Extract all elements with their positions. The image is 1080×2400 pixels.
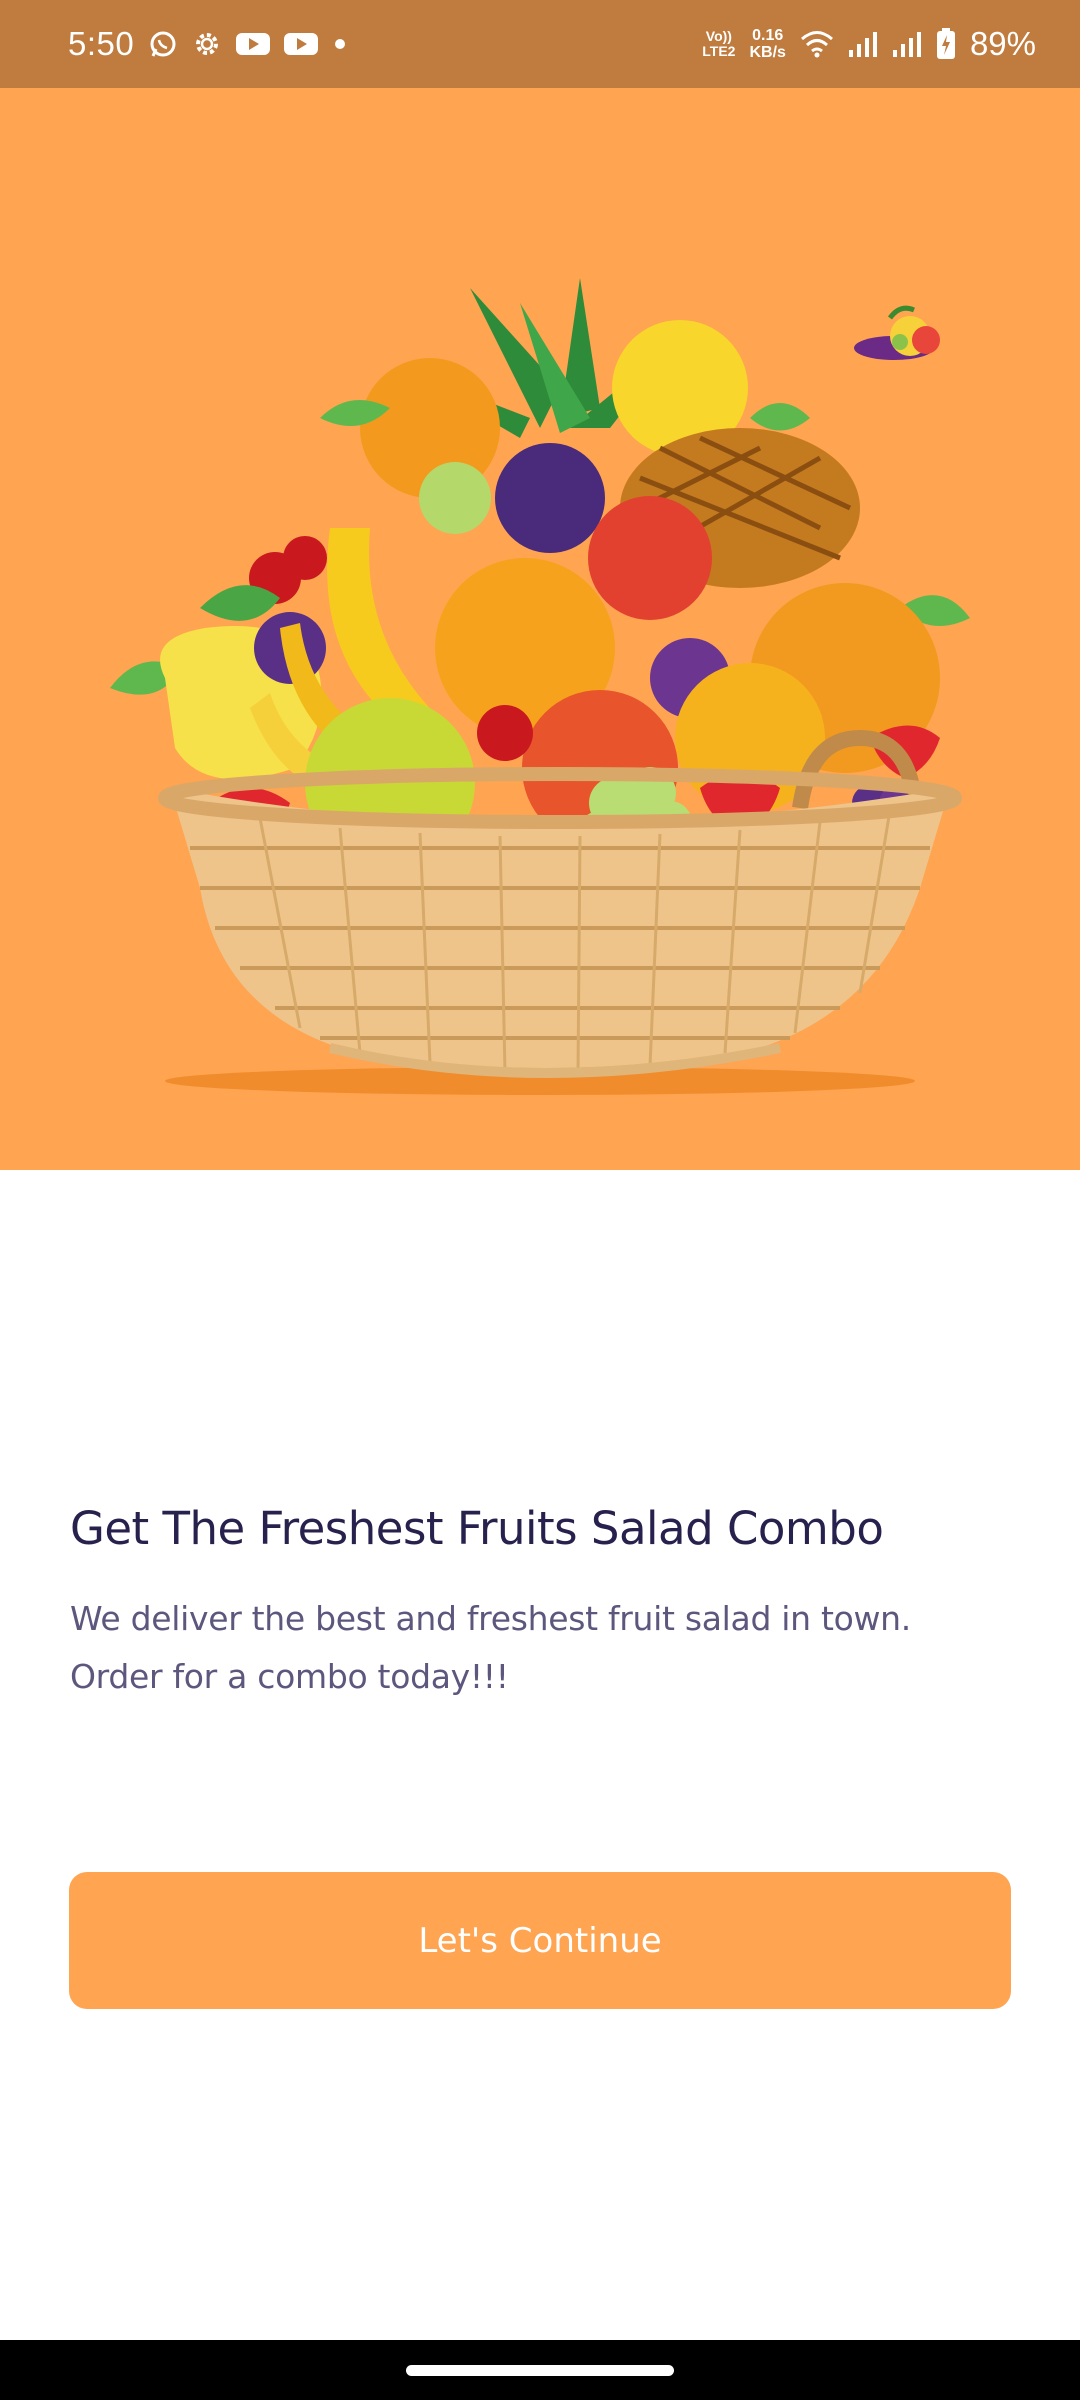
- network-speed-value: 0.16: [752, 27, 784, 44]
- youtube-icon: [236, 31, 271, 57]
- battery-charging-icon: [936, 28, 956, 60]
- onboarding-description: We deliver the best and freshest fruit s…: [70, 1599, 911, 1696]
- status-left-group: 5:50: [68, 25, 348, 63]
- leaf: [750, 403, 810, 431]
- plum-back: [495, 443, 605, 553]
- wifi-icon: [800, 30, 834, 58]
- youtube-icon: [284, 31, 319, 57]
- cherry: [283, 536, 327, 580]
- onboarding-content: Get The Freshest Fruits Salad Combo We d…: [0, 1170, 1080, 2340]
- signal-icon: [848, 30, 878, 58]
- fruit-basket-illustration: [110, 278, 970, 1095]
- status-time: 5:50: [68, 25, 135, 62]
- home-indicator[interactable]: [406, 2365, 674, 2376]
- grapes-back: [419, 462, 491, 534]
- battery-percentage: 89%: [969, 25, 1036, 62]
- volte-top-text: Vo)): [705, 28, 732, 44]
- signal-icon: [892, 30, 922, 58]
- cherry: [477, 705, 533, 761]
- whatsapp-icon: [148, 29, 178, 59]
- settings-gear-icon: [192, 29, 222, 59]
- network-speed: 0.16 KB/s: [749, 27, 785, 61]
- volte-indicator: Vo)) LTE2: [702, 29, 735, 59]
- status-bar: 5:50 Vo)) LTE2 0.16 KB/s 89%: [0, 0, 1080, 88]
- apple-red-back: [588, 496, 712, 620]
- status-right-group: Vo)) LTE2 0.16 KB/s 89%: [702, 25, 1036, 63]
- hero-banner: [0, 88, 1080, 1170]
- dot-icon: [332, 36, 348, 52]
- continue-button[interactable]: Let's Continue: [69, 1872, 1011, 2009]
- small-fruit-icon: [854, 305, 940, 360]
- onboarding-title: Get The Freshest Fruits Salad Combo: [70, 1502, 884, 1555]
- volte-bottom-text: LTE2: [702, 43, 736, 59]
- network-speed-unit: KB/s: [749, 44, 786, 61]
